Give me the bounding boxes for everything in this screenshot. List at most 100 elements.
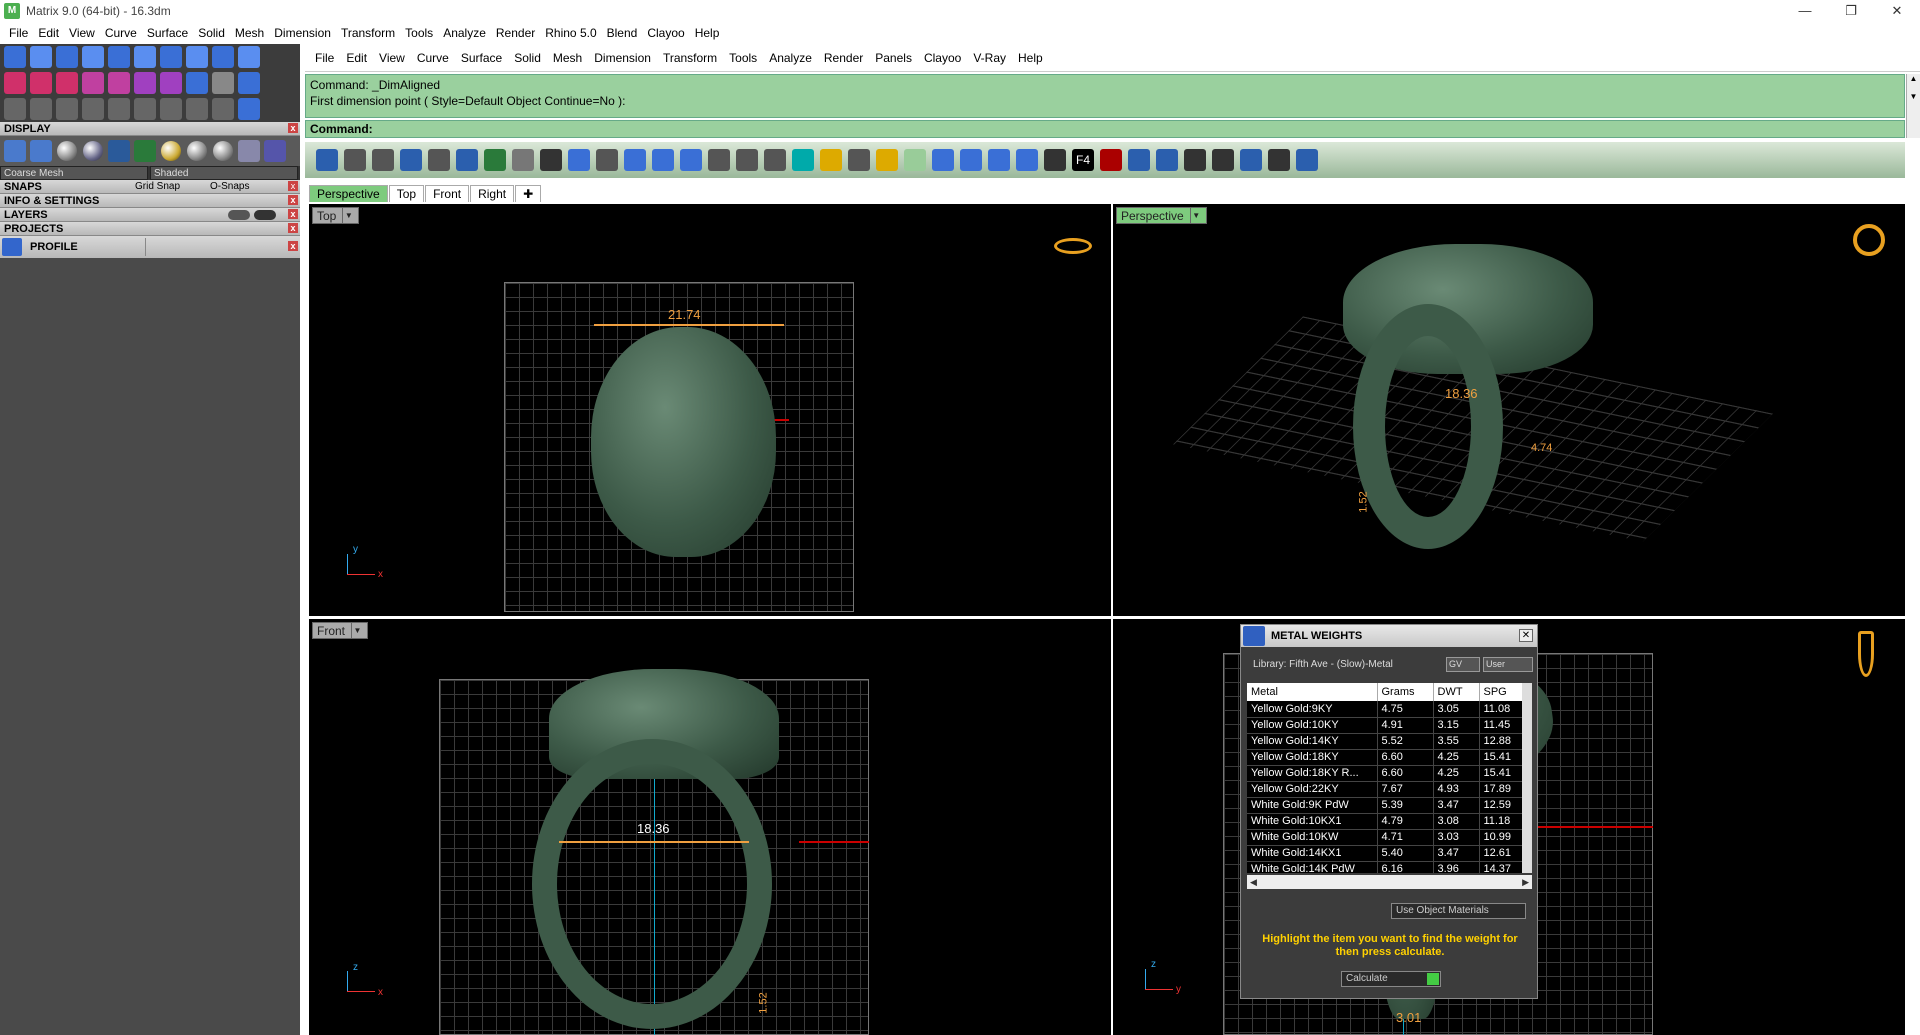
rendered-ball-icon[interactable] [83, 141, 103, 161]
table-row[interactable]: Yellow Gold:22KY 7.67 4.93 17.89 [1247, 781, 1523, 798]
p-icon[interactable] [456, 149, 478, 171]
use-object-materials-checkbox[interactable]: Use Object Materials [1391, 903, 1526, 919]
network-icon[interactable] [736, 149, 758, 171]
menu-panels[interactable]: Panels [869, 51, 918, 65]
viewport-top[interactable]: Top ▼ 21.74 y x [309, 204, 1111, 616]
circle-tool-icon[interactable] [4, 46, 26, 68]
calculate-button[interactable]: Calculate [1341, 971, 1441, 987]
tab-perspective[interactable]: Perspective [309, 185, 388, 202]
snaps-panel-header[interactable]: SNAPS Grid Snap O-Snaps x [0, 180, 300, 194]
box-icon[interactable] [1128, 149, 1150, 171]
curve-tool-icon[interactable] [30, 46, 52, 68]
user-icon[interactable] [1296, 149, 1318, 171]
move-tool-icon[interactable] [82, 98, 104, 120]
command-scrollbar[interactable]: ▲ ▼ [1906, 74, 1920, 138]
line-tool-icon[interactable] [56, 72, 78, 94]
hatch-icon[interactable] [1044, 149, 1066, 171]
shaded-ball-icon[interactable] [57, 141, 77, 161]
scroll-right-icon[interactable]: ▶ [1522, 875, 1529, 889]
col-dwt[interactable]: DWT [1433, 683, 1480, 701]
chevron-down-icon[interactable]: ▼ [342, 208, 354, 223]
ring-tool-icon[interactable] [56, 46, 78, 68]
table-row[interactable]: Yellow Gold:18KY 6.60 4.25 15.41 [1247, 749, 1523, 766]
mirror-tool-icon[interactable] [134, 72, 156, 94]
ring-preview-icon[interactable] [1853, 224, 1885, 256]
dialog-title-bar[interactable]: METAL WEIGHTS ✕ [1241, 625, 1537, 647]
gear-icon[interactable] [820, 149, 842, 171]
chevron-down-icon[interactable]: ▼ [1189, 208, 1202, 223]
col-spg[interactable]: SPG [1479, 683, 1523, 701]
offset-tool-icon[interactable] [108, 72, 130, 94]
menu-analyze[interactable]: Analyze [438, 26, 491, 40]
profile-panel-header[interactable]: PROFILE x [0, 236, 300, 258]
add-tab-button[interactable]: ✚ [515, 185, 542, 202]
tab-top[interactable]: Top [388, 185, 425, 202]
menu-vray[interactable]: V-Ray [967, 51, 1012, 65]
grid-icon[interactable] [568, 149, 590, 171]
menu-surface[interactable]: Surface [142, 26, 193, 40]
turntable-icon[interactable] [264, 140, 286, 162]
restore-button[interactable]: ❐ [1828, 0, 1874, 22]
table-row[interactable]: Yellow Gold:10KY 4.91 3.15 11.45 [1247, 717, 1523, 734]
silver-material-icon[interactable] [187, 141, 207, 161]
close-icon[interactable]: x [288, 223, 298, 233]
minimize-button[interactable]: — [1782, 0, 1828, 22]
menu-mesh[interactable]: Mesh [547, 51, 588, 65]
table-row[interactable]: White Gold:14K PdW 6.16 3.96 14.37 [1247, 861, 1523, 873]
ghost-icon[interactable] [134, 140, 156, 162]
shank-icon[interactable] [372, 149, 394, 171]
xray-icon[interactable] [108, 140, 130, 162]
globe-icon[interactable] [624, 149, 646, 171]
menu-surface[interactable]: Surface [455, 51, 508, 65]
menu-view[interactable]: View [64, 26, 100, 40]
grid-snap-toggle[interactable]: Grid Snap [135, 181, 180, 192]
command-input[interactable]: Command: [305, 120, 1905, 138]
metal-table[interactable]: Metal Grams DWT SPG Yellow Gold:9KY 4.75 3… [1247, 683, 1532, 873]
menu-dimension[interactable]: Dimension [588, 51, 657, 65]
scale-tool-icon[interactable] [56, 98, 78, 120]
table-row[interactable]: Yellow Gold:18KY R... 6.60 4.25 15.41 [1247, 765, 1523, 782]
close-icon[interactable]: x [288, 241, 298, 251]
copy-tool-icon[interactable] [108, 98, 130, 120]
orbit-icon[interactable] [680, 149, 702, 171]
select-tool-icon[interactable] [4, 98, 26, 120]
menu-edit[interactable]: Edit [33, 26, 64, 40]
map-icon[interactable] [484, 149, 506, 171]
shade-mode-select[interactable]: Shaded [150, 166, 298, 180]
rotate-tool-icon[interactable] [30, 98, 52, 120]
menu-file[interactable]: File [309, 51, 340, 65]
menu-curve[interactable]: Curve [411, 51, 455, 65]
chevron-down-icon[interactable]: ▼ [351, 623, 363, 638]
wireframe-icon[interactable] [30, 140, 52, 162]
layout-icon[interactable] [848, 149, 870, 171]
report-icon[interactable] [876, 149, 898, 171]
menu-solid[interactable]: Solid [508, 51, 547, 65]
lasso-icon[interactable] [1156, 149, 1178, 171]
eye-icon[interactable] [228, 210, 250, 220]
gv-select[interactable]: GV [1446, 657, 1480, 672]
menu-view[interactable]: View [373, 51, 411, 65]
eye-icon[interactable] [254, 210, 276, 220]
prong-tool-icon[interactable] [134, 46, 156, 68]
history-icon[interactable] [1268, 149, 1290, 171]
viewport-label-front[interactable]: Front ▼ [312, 622, 369, 639]
move-down-icon[interactable] [1016, 149, 1038, 171]
close-icon[interactable]: ✕ [1519, 629, 1533, 642]
shank-tool-icon[interactable] [186, 46, 208, 68]
profile-curve-icon[interactable] [400, 149, 422, 171]
halo-tool-icon[interactable] [212, 46, 234, 68]
table-row[interactable]: White Gold:10KX1 4.79 3.08 11.18 [1247, 813, 1523, 830]
table-horizontal-scrollbar[interactable]: ◀ ▶ [1247, 875, 1532, 889]
ring-side-icon[interactable] [1858, 631, 1874, 677]
arrow-up-icon[interactable] [932, 149, 954, 171]
close-icon[interactable]: x [288, 209, 298, 219]
scroll-left-icon[interactable]: ◀ [1250, 875, 1257, 889]
loft-tool-icon[interactable] [82, 46, 104, 68]
ring-size-icon[interactable] [1054, 238, 1092, 254]
menu-curve[interactable]: Curve [100, 26, 142, 40]
col-grams[interactable]: Grams [1377, 683, 1434, 701]
grid-display-icon[interactable] [4, 140, 26, 162]
move-up-icon[interactable] [988, 149, 1010, 171]
monitor-icon[interactable] [540, 149, 562, 171]
menu-help[interactable]: Help [690, 26, 725, 40]
